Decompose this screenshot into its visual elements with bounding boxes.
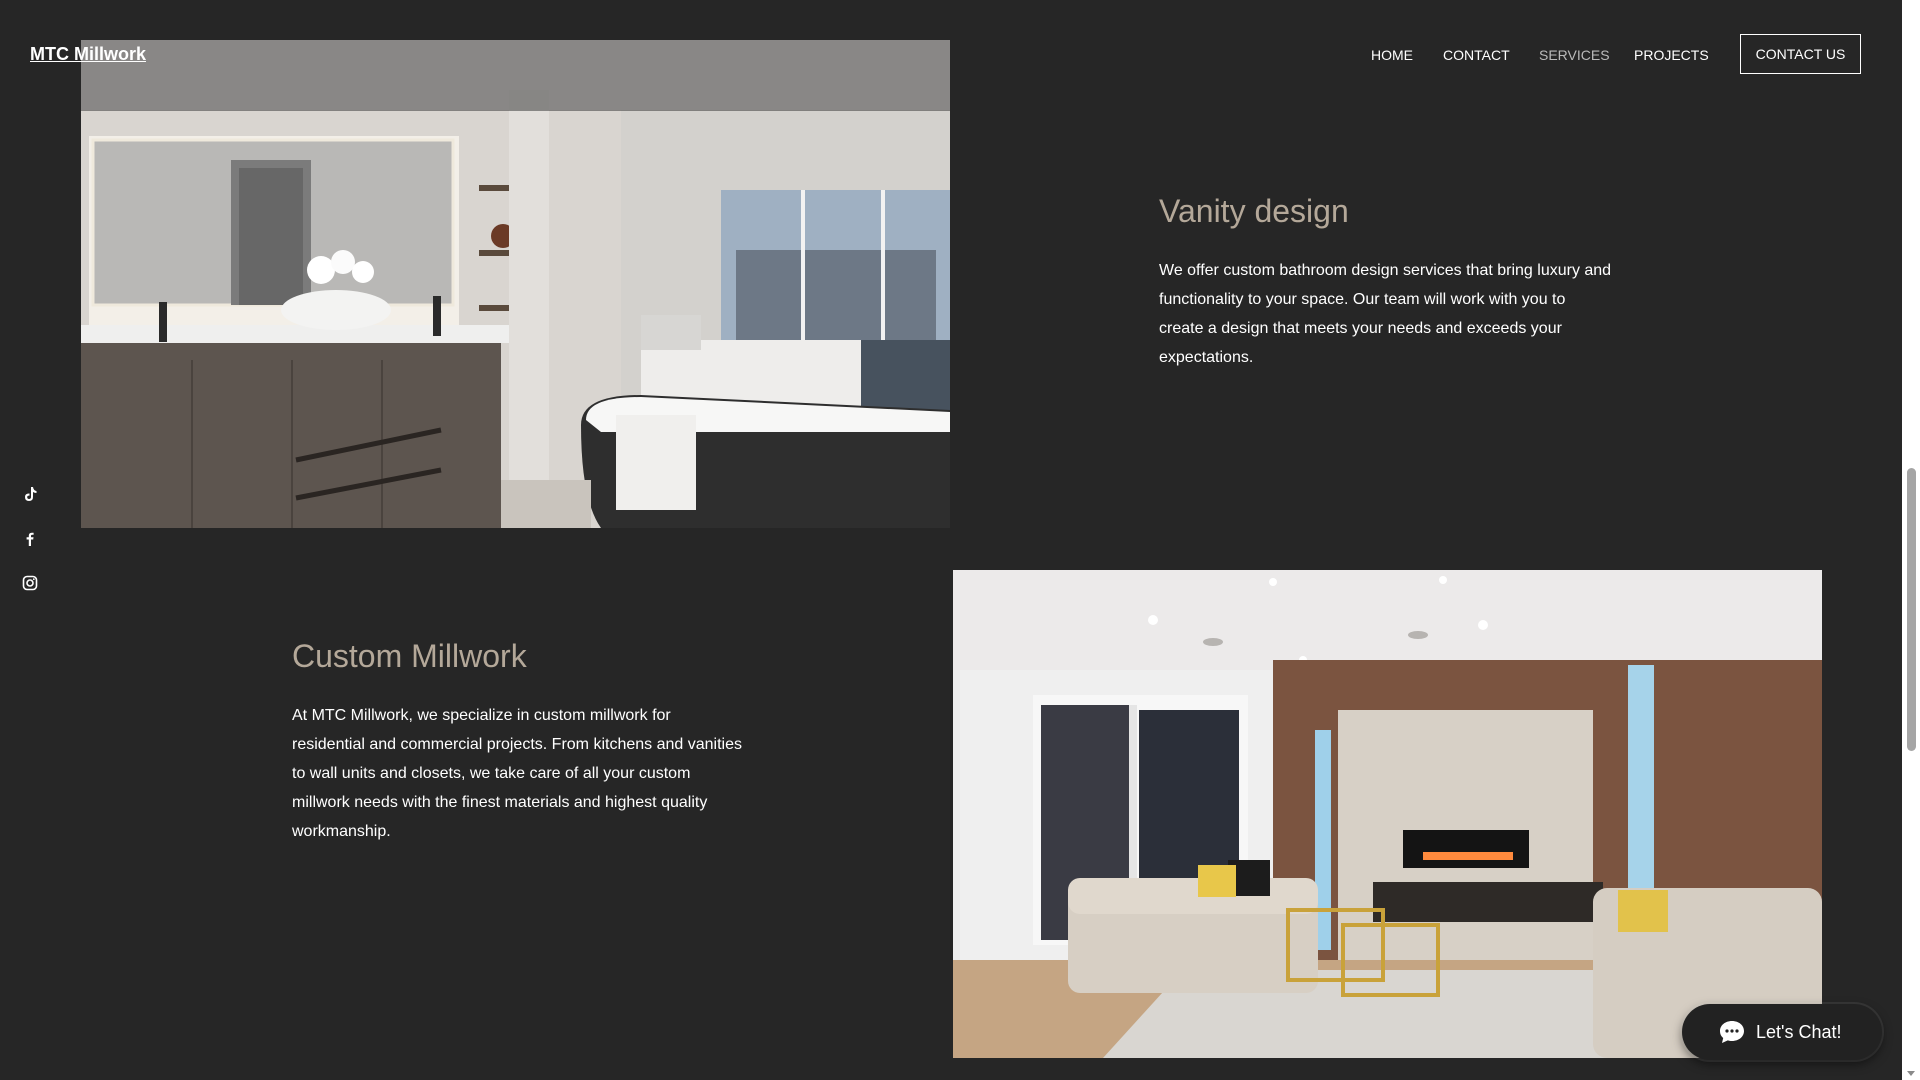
- vanity-design-image: [81, 40, 950, 528]
- contact-us-button[interactable]: CONTACT US: [1740, 34, 1861, 74]
- scrollbar-thumb[interactable]: [1907, 468, 1916, 751]
- vanity-design-title: Vanity design: [1159, 193, 1349, 229]
- nav-projects[interactable]: PROJECTS: [1634, 47, 1709, 63]
- instagram-icon[interactable]: [20, 573, 40, 593]
- site-logo[interactable]: MTC Millwork: [30, 44, 146, 65]
- vanity-design-body: We offer custom bathroom design services…: [1159, 262, 1612, 366]
- nav-contact[interactable]: CONTACT: [1443, 47, 1510, 63]
- nav-home[interactable]: HOME: [1371, 47, 1413, 63]
- custom-millwork-image: [953, 570, 1822, 1058]
- contact-us-label: CONTACT US: [1755, 46, 1846, 62]
- lets-chat-label: Let's Chat!: [1756, 1021, 1842, 1042]
- custom-millwork-body: At MTC Millwork, we specialize in custom…: [292, 707, 742, 840]
- lets-chat-button[interactable]: Let's Chat!: [1682, 1004, 1882, 1060]
- page: MTC Millwork HOME CONTACT SERVICES PROJE…: [0, 0, 1920, 1080]
- nav-services[interactable]: SERVICES: [1539, 47, 1610, 63]
- tiktok-icon[interactable]: [20, 484, 40, 504]
- chat-bubble-icon: [1720, 1021, 1744, 1043]
- page-scrollbar[interactable]: [1902, 0, 1920, 1080]
- header-overlay: [81, 40, 950, 111]
- scroll-down-arrow-icon[interactable]: [1907, 1071, 1915, 1076]
- facebook-icon[interactable]: [20, 529, 40, 549]
- custom-millwork-title: Custom Millwork: [292, 638, 527, 674]
